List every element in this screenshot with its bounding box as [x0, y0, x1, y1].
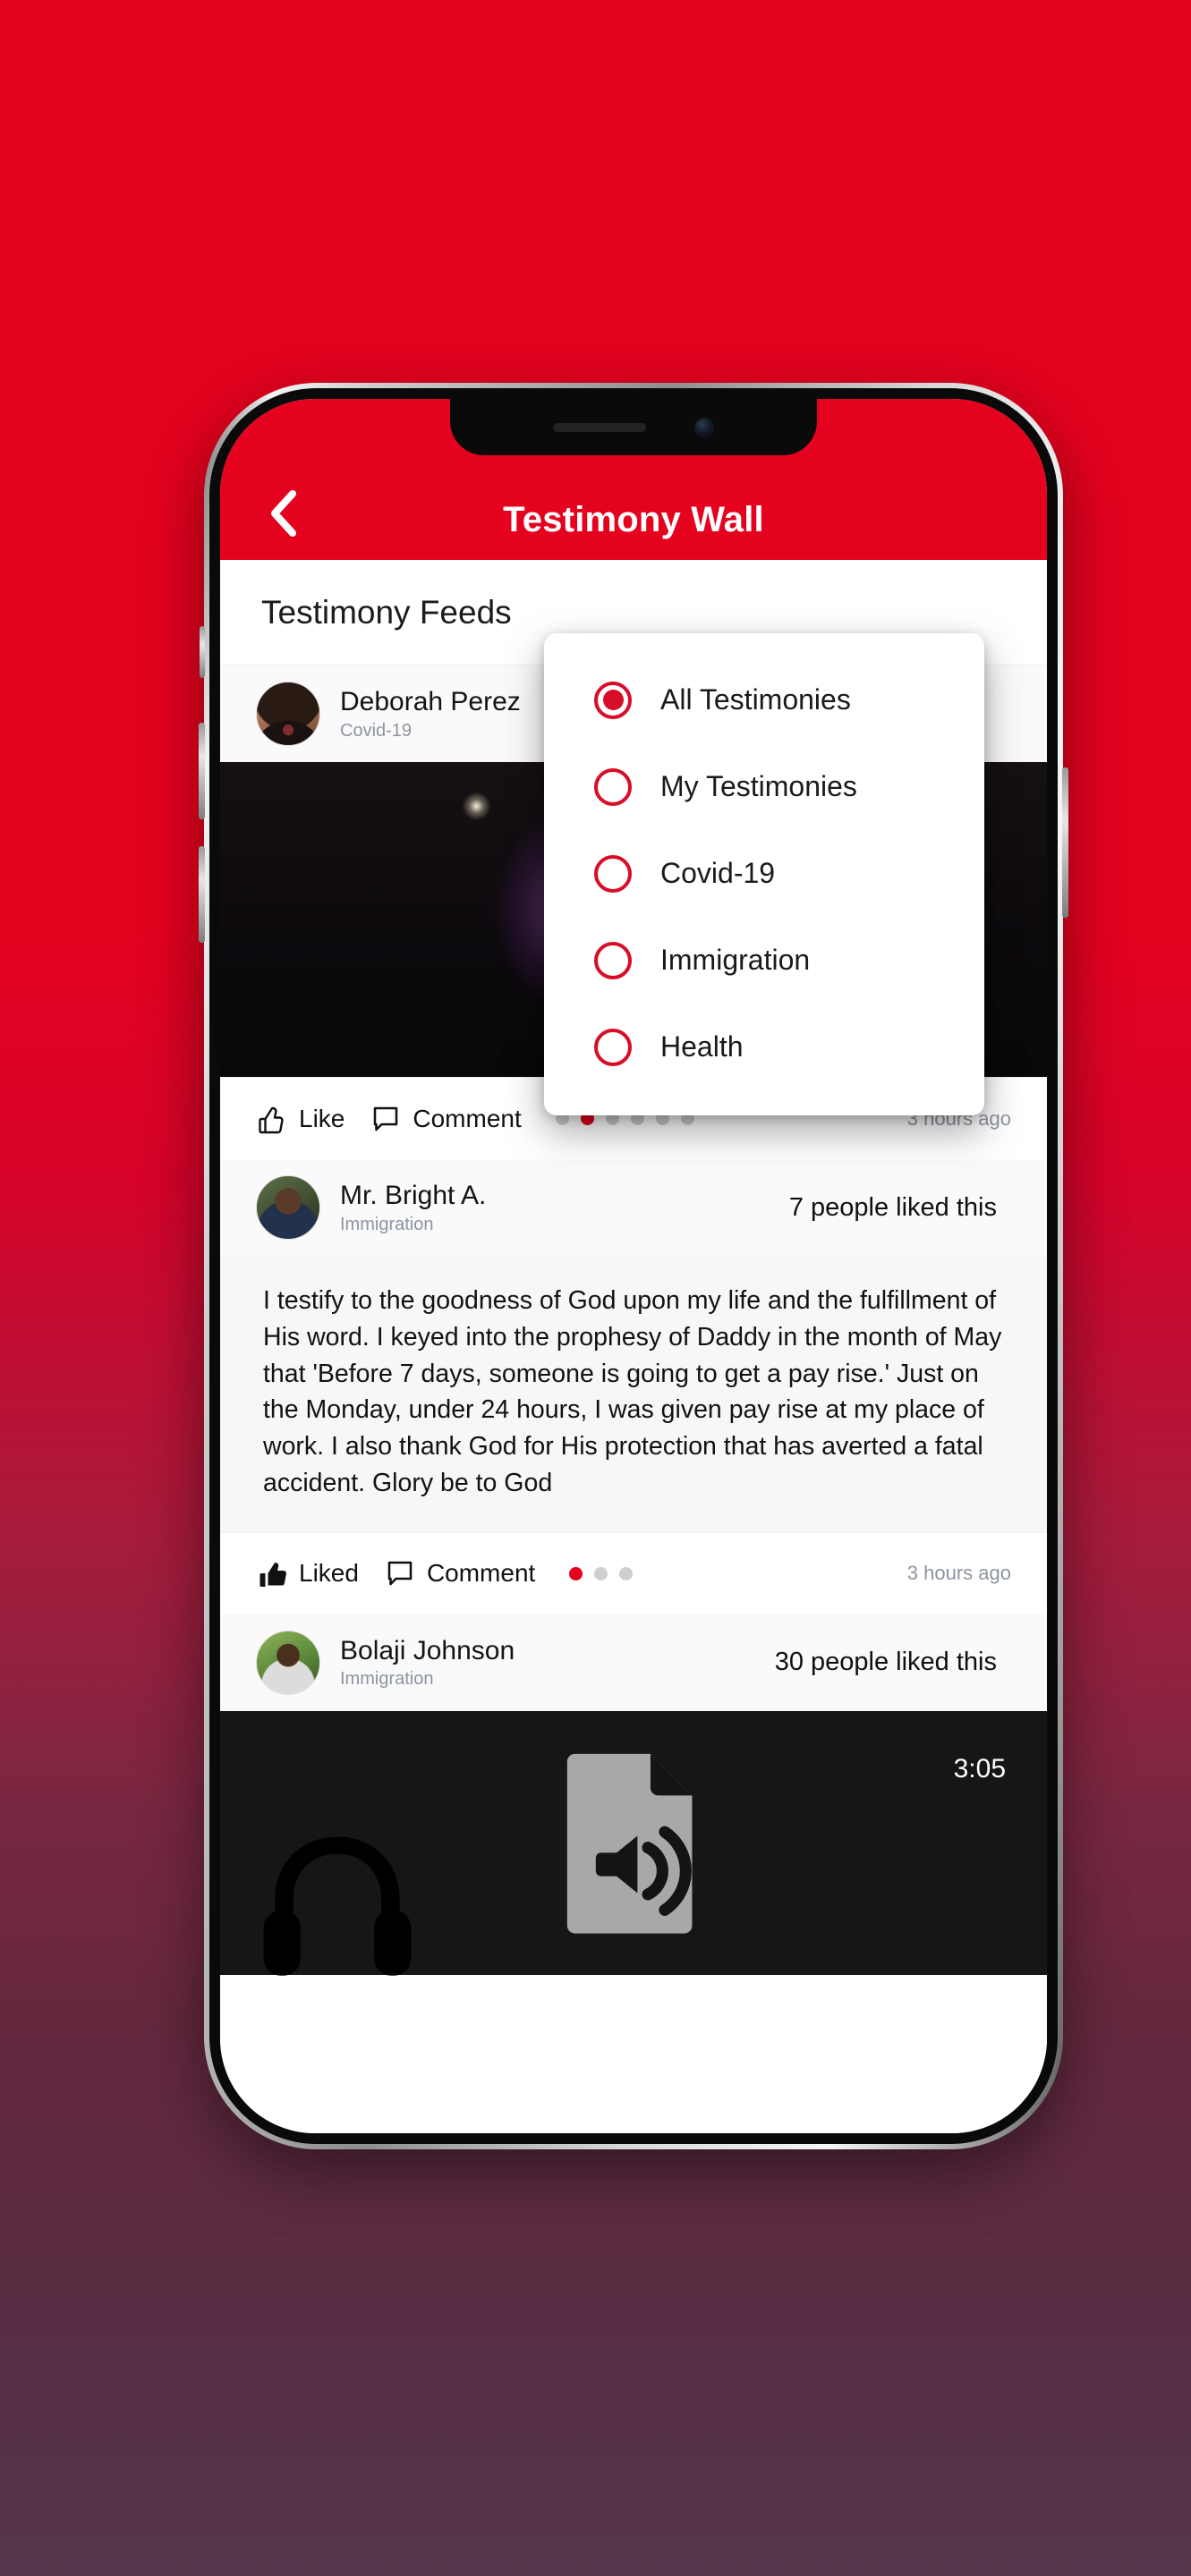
like-label: Like: [299, 1104, 345, 1132]
feed-post-bolaji: Bolaji Johnson Immigration 30 people lik…: [220, 1614, 1047, 1976]
pagination-dot-active[interactable]: [569, 1566, 583, 1580]
thumbs-up-icon: [259, 1106, 284, 1133]
dropdown-option-label: Health: [660, 1030, 744, 1063]
front-camera-icon: [694, 417, 714, 437]
liked-button[interactable]: Liked: [256, 1557, 359, 1589]
post-like-count: 30 people liked this: [774, 1648, 997, 1676]
dropdown-option-my-testimonies[interactable]: My Testimonies: [544, 743, 984, 830]
post-like-count: 7 people liked this: [788, 1192, 997, 1222]
phone-notch: [450, 399, 817, 455]
audio-duration: 3:05: [953, 1753, 1006, 1784]
post-author: Deborah Perez: [340, 687, 521, 716]
dropdown-option-immigration[interactable]: Immigration: [544, 917, 984, 1004]
dropdown-option-label: My Testimonies: [660, 770, 857, 802]
comment-button[interactable]: Comment: [384, 1557, 535, 1589]
mute-switch-button[interactable]: [200, 626, 205, 678]
earpiece-speaker-icon: [553, 422, 646, 432]
dropdown-option-label: Covid-19: [660, 857, 776, 889]
comment-bubble-icon: [387, 1561, 413, 1586]
radio-button-icon[interactable]: [594, 854, 632, 893]
volume-up-button[interactable]: [199, 723, 205, 819]
radio-button-icon[interactable]: [594, 941, 632, 979]
post-meta: Mr. Bright A. Immigration: [340, 1181, 486, 1234]
radio-button-icon[interactable]: [594, 1028, 632, 1066]
comment-label: Comment: [426, 1559, 536, 1587]
pagination-dot[interactable]: [619, 1566, 634, 1580]
comment-button[interactable]: Comment: [370, 1103, 522, 1135]
comment-bubble-icon: [374, 1106, 398, 1131]
post-action-bar: Liked Comment 3 hours ago: [220, 1531, 1047, 1614]
radio-button-icon[interactable]: [594, 767, 632, 806]
page-title: Testimony Wall: [503, 500, 764, 539]
testimony-text: I testify to the goodness of God upon my…: [263, 1286, 1002, 1497]
post-header[interactable]: Bolaji Johnson Immigration 30 people lik…: [220, 1614, 1047, 1711]
post-meta: Deborah Perez Covid-19: [340, 687, 521, 741]
post-header[interactable]: Mr. Bright A. Immigration 7 people liked…: [220, 1159, 1047, 1256]
post-category-tag: Immigration: [340, 1214, 434, 1234]
avatar: [256, 1175, 320, 1240]
avatar: [256, 1630, 320, 1695]
like-button[interactable]: Like: [256, 1103, 345, 1135]
avatar: [256, 682, 320, 746]
post-body: I testify to the goodness of God upon my…: [220, 1256, 1047, 1532]
filter-dropdown-menu[interactable]: All Testimonies My Testimonies Covid-19 …: [544, 633, 984, 1115]
comment-label: Comment: [413, 1104, 522, 1132]
audio-file-icon: [566, 1753, 693, 1934]
like-label: Liked: [299, 1559, 359, 1587]
dropdown-option-all-testimonies[interactable]: All Testimonies: [544, 657, 984, 743]
volume-down-button[interactable]: [199, 846, 205, 943]
power-button[interactable]: [1062, 767, 1068, 918]
feeds-section-title: Testimony Feeds: [261, 593, 512, 631]
post-timestamp: 3 hours ago: [906, 1562, 1011, 1584]
dropdown-option-covid-19[interactable]: Covid-19: [544, 830, 984, 917]
dropdown-option-label: All Testimonies: [660, 683, 851, 716]
thumbs-up-filled-icon: [259, 1563, 286, 1587]
post-author: Mr. Bright A.: [340, 1181, 487, 1210]
post-author: Bolaji Johnson: [340, 1635, 515, 1665]
pagination-dot[interactable]: [594, 1566, 608, 1580]
dropdown-option-health[interactable]: Health: [544, 1004, 984, 1090]
post-category-tag: Immigration: [340, 1669, 434, 1690]
post-category-tag: Covid-19: [340, 720, 413, 741]
post-meta: Bolaji Johnson Immigration: [340, 1636, 515, 1690]
post-audio-player[interactable]: 3:05: [220, 1710, 1047, 1976]
back-button[interactable]: [258, 488, 308, 538]
media-pagination-dots[interactable]: [569, 1566, 634, 1580]
chevron-left-icon: [271, 490, 296, 537]
feed-post-bright: Mr. Bright A. Immigration 7 people liked…: [220, 1159, 1047, 1614]
headphones-icon: [263, 1836, 412, 1976]
radio-button-selected-icon[interactable]: [594, 681, 632, 719]
dropdown-option-label: Immigration: [660, 944, 811, 976]
